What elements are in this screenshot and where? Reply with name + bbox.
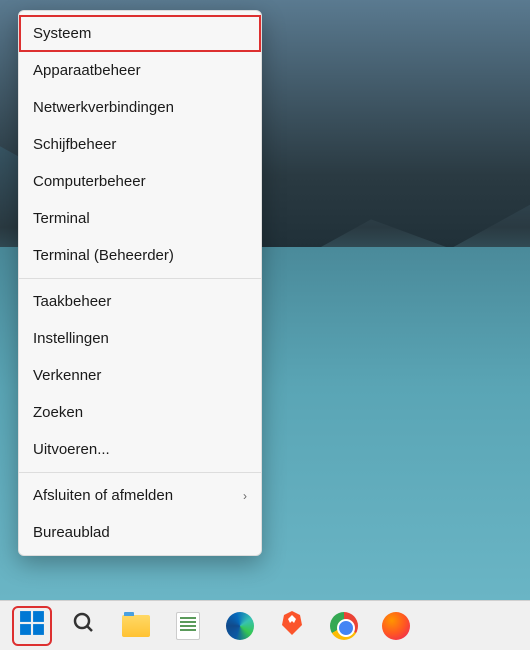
menu-item-schijfbeheer[interactable]: Schijfbeheer (19, 126, 261, 163)
menu-item-terminal[interactable]: Terminal (19, 200, 261, 237)
menu-item-netwerkverbindingen[interactable]: Netwerkverbindingen (19, 89, 261, 126)
menu-separator (19, 278, 261, 279)
menu-item-label: Schijfbeheer (33, 136, 116, 153)
google-chrome[interactable] (326, 608, 362, 644)
menu-item-terminal-beheerder-[interactable]: Terminal (Beheerder) (19, 237, 261, 274)
menu-item-label: Terminal (Beheerder) (33, 247, 174, 264)
firefox[interactable] (378, 608, 414, 644)
brave-icon (279, 609, 305, 642)
notepad-plus[interactable] (170, 608, 206, 644)
menu-item-label: Taakbeheer (33, 293, 111, 310)
menu-item-label: Apparaatbeheer (33, 62, 141, 79)
taskbar (0, 600, 530, 650)
menu-item-afsluiten-of-afmelden[interactable]: Afsluiten of afmelden › (19, 477, 261, 514)
search-icon (72, 611, 96, 640)
start-button[interactable] (14, 608, 50, 644)
menu-item-taakbeheer[interactable]: Taakbeheer (19, 283, 261, 320)
edge-icon (226, 612, 254, 640)
chevron-right-icon: › (243, 489, 247, 503)
menu-item-label: Systeem (33, 25, 91, 42)
file-explorer[interactable] (118, 608, 154, 644)
menu-item-label: Verkenner (33, 367, 101, 384)
menu-item-verkenner[interactable]: Verkenner (19, 357, 261, 394)
windows-icon (19, 610, 45, 641)
firefox-icon (382, 612, 410, 640)
menu-item-label: Afsluiten of afmelden (33, 487, 173, 504)
microsoft-edge[interactable] (222, 608, 258, 644)
menu-item-bureaublad[interactable]: Bureaublad (19, 514, 261, 551)
folder-icon (122, 615, 150, 637)
menu-separator (19, 472, 261, 473)
menu-item-label: Zoeken (33, 404, 83, 421)
menu-item-label: Terminal (33, 210, 90, 227)
chrome-icon (330, 612, 358, 640)
menu-item-computerbeheer[interactable]: Computerbeheer (19, 163, 261, 200)
menu-item-apparaatbeheer[interactable]: Apparaatbeheer (19, 52, 261, 89)
menu-item-label: Bureaublad (33, 524, 110, 541)
brave-browser[interactable] (274, 608, 310, 644)
menu-item-label: Uitvoeren... (33, 441, 110, 458)
start-context-menu: Systeem Apparaatbeheer Netwerkverbindingen… (18, 10, 262, 556)
menu-item-label: Netwerkverbindingen (33, 99, 174, 116)
menu-item-zoeken[interactable]: Zoeken (19, 394, 261, 431)
menu-item-label: Instellingen (33, 330, 109, 347)
menu-item-uitvoeren-[interactable]: Uitvoeren... (19, 431, 261, 468)
menu-item-instellingen[interactable]: Instellingen (19, 320, 261, 357)
menu-item-systeem[interactable]: Systeem (19, 15, 261, 52)
search-button[interactable] (66, 608, 102, 644)
menu-item-label: Computerbeheer (33, 173, 146, 190)
notepad-icon (176, 612, 200, 640)
